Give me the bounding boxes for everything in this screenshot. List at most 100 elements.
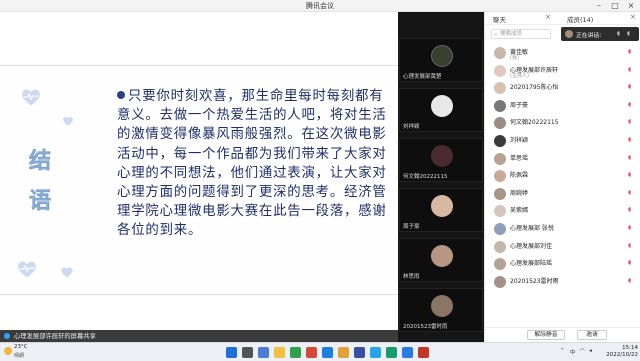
avatar <box>494 135 506 147</box>
member-name: 单思瑶 <box>510 154 529 162</box>
taskbar: 23°C 晴朗 ⌃ 中 ◠ ◂ 15:14 2022/10/22 <box>0 342 640 361</box>
tray-arrow-icon[interactable]: ⌃ <box>560 348 565 354</box>
member-name: 心理发展部陆瑶 <box>510 260 553 268</box>
edge-icon[interactable] <box>322 347 333 358</box>
member-name: 何文翰20222115 <box>510 119 559 127</box>
start-icon[interactable] <box>226 347 237 358</box>
minimize-icon[interactable]: – <box>592 0 606 12</box>
mic-muted-icon[interactable]: ◖ <box>628 171 634 179</box>
member-row[interactable]: 心理发展部 张悦 ◖ <box>485 220 640 238</box>
mic-muted-icon[interactable]: ◖ <box>628 242 634 250</box>
mic-muted-icon[interactable]: ◖ <box>628 101 634 109</box>
mic-muted-icon[interactable]: ◖ <box>628 48 634 56</box>
member-row[interactable]: 何文翰20222115 ◖ <box>485 114 640 132</box>
member-row[interactable]: 单思瑶 ◖ <box>485 150 640 168</box>
title-bar: 腾讯会议 – □ × <box>0 0 640 12</box>
bullet-icon <box>117 91 125 99</box>
member-search-input[interactable]: ⌕ 搜索成员 <box>491 29 551 39</box>
video-name: 心理发展部黄楚 <box>403 74 442 80</box>
volume-icon[interactable]: ◂ <box>589 348 592 354</box>
clock-time: 15:14 <box>622 345 638 351</box>
member-row[interactable]: 刘祥颖 ◖ <box>485 132 640 150</box>
member-row[interactable]: 吴紫嫣 ◖ <box>485 202 640 220</box>
video-name: 20201523雷时雨 <box>403 324 448 330</box>
member-row[interactable]: 20201795陈心怡 ◖ <box>485 79 640 97</box>
member-row[interactable]: 心理发展部刘佳 ◖ <box>485 238 640 256</box>
speaking-label: 正在讲话: <box>576 33 602 39</box>
task-view-icon[interactable] <box>258 347 269 358</box>
wifi-icon[interactable]: ◠ <box>580 348 585 354</box>
mic-muted-icon[interactable]: ◖ <box>628 206 634 214</box>
app-icon[interactable] <box>370 347 381 358</box>
member-name: 心理发展部 张悦 <box>510 225 554 232</box>
mic-muted-icon[interactable]: ◖ <box>628 136 634 144</box>
wechat-icon[interactable] <box>290 347 301 358</box>
close-members-icon[interactable]: × <box>630 13 636 21</box>
browser-icon[interactable] <box>306 347 317 358</box>
avatar <box>494 170 506 183</box>
app-icon[interactable] <box>338 347 349 358</box>
member-row[interactable]: 周子豪 ◖ <box>485 97 640 115</box>
heart-decor-icon <box>62 112 74 126</box>
app-icon[interactable] <box>386 347 397 358</box>
search-icon: ⌕ <box>494 31 498 38</box>
file-explorer-icon[interactable] <box>274 347 285 358</box>
member-row[interactable]: 周婉婷 ◖ <box>485 185 640 203</box>
avatar <box>565 30 573 38</box>
avatar <box>431 195 453 217</box>
member-name: 周子豪 <box>510 101 529 109</box>
meeting-window: 腾讯会议 – □ × 结 语 只要你时刻欢喜，那生命里每时每刻都有意义。去做一个… <box>0 0 640 342</box>
video-tile[interactable]: 心理发展部黄楚 <box>399 38 483 82</box>
close-chat-icon[interactable]: × <box>545 13 551 21</box>
video-tile[interactable]: 何文翰20222115 <box>399 138 483 182</box>
tab-members[interactable]: 成员(14) <box>567 14 593 24</box>
side-panel: 聊天 × 成员(14) × ⌕ 搜索成员 正在讲话: ◖ ◖ 黄佳敏 (我) ◖ 心理… <box>484 12 640 342</box>
mic-muted-icon[interactable]: ◖ <box>628 118 634 126</box>
close-icon[interactable]: × <box>624 0 638 12</box>
member-row[interactable]: 陈佩霖 ◖ <box>485 167 640 185</box>
maximize-icon[interactable]: □ <box>608 0 622 12</box>
app-icon[interactable] <box>418 347 429 358</box>
panel-tabs: 聊天 × 成员(14) × <box>485 12 640 25</box>
member-role: (我) <box>510 55 519 61</box>
ime-indicator[interactable]: 中 <box>570 348 576 356</box>
avatar <box>494 275 506 288</box>
avatar <box>494 82 506 95</box>
video-tile[interactable]: 林思雨 <box>399 238 483 282</box>
clock[interactable]: 15:14 2022/10/22 <box>598 345 638 359</box>
member-name: 20201523雷时雨 <box>510 277 559 285</box>
app-icon[interactable] <box>354 347 365 358</box>
mic-muted-icon[interactable]: ◖ <box>628 189 634 197</box>
presentation-slide: 结 语 只要你时刻欢喜，那生命里每时每刻都有意义。去做一个热爱生活的人吧，将对生… <box>0 65 398 295</box>
member-row[interactable]: 心理发展部许辰轩 (主持人) ◖ <box>485 62 640 80</box>
slide-vertical-title: 结 语 <box>22 141 58 221</box>
avatar <box>431 245 453 267</box>
mic-muted-icon[interactable]: ◖ <box>628 154 634 162</box>
mic-muted-icon[interactable]: ◖ <box>628 83 634 91</box>
avatar <box>494 258 506 271</box>
member-row[interactable]: 心理发展部陆瑶 ◖ <box>485 255 640 273</box>
tencent-meeting-icon[interactable] <box>402 347 413 358</box>
mic-muted-icon[interactable]: ◖ <box>628 66 634 74</box>
mic-muted-icon[interactable]: ◖ <box>628 224 634 232</box>
tab-chat[interactable]: 聊天 <box>493 14 506 24</box>
avatar <box>494 223 506 235</box>
member-row[interactable]: 20201523雷时雨 ◖ <box>485 273 640 291</box>
avatar <box>494 64 506 77</box>
slide-paragraph-text: 只要你时刻欢喜，那生命里每时每刻都有意义。去做一个热爱生活的人吧，将对生活的激情… <box>117 89 387 239</box>
heart-decor-icon <box>20 86 42 108</box>
avatar <box>431 95 453 117</box>
search-icon[interactable] <box>242 347 253 358</box>
screen-share-bar[interactable]: 心理发展部许辰轩的屏幕共享 <box>0 330 398 342</box>
video-gallery: 心理发展部黄楚 刘祥颖 何文翰20222115 周子豪 林思雨 20201523… <box>398 12 484 342</box>
unmute-all-button[interactable]: 解除静音 <box>527 330 565 340</box>
invite-button[interactable]: 邀请 <box>577 330 607 340</box>
mic-muted-icon[interactable]: ◖ <box>628 259 634 267</box>
video-tile[interactable]: 周子豪 <box>399 188 483 232</box>
video-tile[interactable]: 20201523雷时雨 <box>399 288 483 332</box>
mic-muted-icon[interactable]: ◖ <box>628 277 634 285</box>
video-tile[interactable]: 刘祥颖 <box>399 88 483 132</box>
avatar <box>494 187 506 200</box>
window-title: 腾讯会议 <box>306 2 334 10</box>
member-row[interactable]: 黄佳敏 (我) ◖ <box>485 44 640 62</box>
